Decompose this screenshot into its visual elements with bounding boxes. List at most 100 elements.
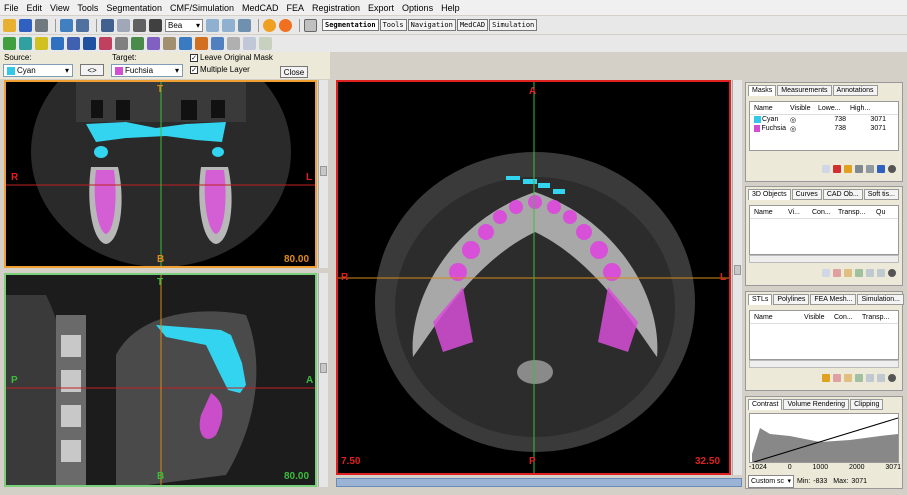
leave-original-mask-checkbox[interactable]: ✓ Leave Original Mask [190, 53, 273, 62]
visible-eye-icon[interactable]: ◎ [786, 116, 814, 124]
coronal-view[interactable]: T B R L 80.00 [4, 80, 317, 268]
menu-cmfsimulation[interactable]: CMF/Simulation [170, 3, 234, 13]
column-header[interactable]: Visible [800, 314, 830, 321]
wrap-icon[interactable] [259, 37, 272, 50]
menu-registration[interactable]: Registration [312, 3, 360, 13]
move-icon[interactable] [866, 374, 874, 382]
column-header[interactable]: Con... [830, 314, 858, 321]
more-icon[interactable] [888, 374, 896, 382]
tab-medcad[interactable]: MedCAD [456, 19, 489, 31]
menu-options[interactable]: Options [402, 3, 433, 13]
duplicate-icon[interactable] [844, 374, 852, 382]
properties-icon[interactable] [855, 269, 863, 277]
menu-fea[interactable]: FEA [286, 3, 304, 13]
tab-stls[interactable]: STLs [748, 294, 773, 305]
menu-file[interactable]: File [4, 3, 19, 13]
tab-simulation[interactable]: Simulation [489, 19, 538, 31]
sagittal-view[interactable]: T B P A 80.00 [4, 273, 317, 487]
max-value[interactable]: 3071 [851, 478, 867, 485]
rotate-icon[interactable] [133, 18, 146, 32]
column-header[interactable]: Name [750, 314, 800, 321]
region-grow-icon[interactable] [19, 37, 32, 50]
tab-cad-ob-[interactable]: CAD Ob... [822, 189, 863, 200]
scrollbar-thumb[interactable] [320, 166, 327, 176]
edit-icon[interactable] [866, 165, 874, 173]
zoom-combo[interactable]: Bea ▾ [165, 18, 203, 32]
menu-medcad[interactable]: MedCAD [242, 3, 279, 13]
save-icon[interactable] [19, 18, 32, 32]
properties-icon[interactable] [855, 165, 863, 173]
axial-scrollbar[interactable] [732, 80, 742, 475]
tab-polylines[interactable]: Polylines [773, 294, 810, 305]
column-header[interactable]: Visible [786, 105, 814, 112]
close-button[interactable]: Close [280, 66, 308, 78]
duplicate-icon[interactable] [844, 269, 852, 277]
new-object-icon[interactable] [822, 269, 830, 277]
menu-edit[interactable]: Edit [27, 3, 43, 13]
stl-hscroll[interactable] [749, 360, 899, 368]
scrollbar-thumb[interactable] [320, 363, 327, 373]
tab-soft-tis-[interactable]: Soft tis... [863, 189, 899, 200]
column-header[interactable]: Lowe... [814, 105, 846, 112]
threshold-icon[interactable] [3, 37, 16, 50]
rotate-icon[interactable] [877, 374, 885, 382]
column-header[interactable]: Qu [872, 209, 892, 216]
menu-tools[interactable]: Tools [77, 3, 98, 13]
help-icon[interactable] [279, 18, 292, 32]
menu-view[interactable]: View [50, 3, 69, 13]
multi-slice-icon[interactable] [51, 37, 64, 50]
split-icon[interactable] [211, 37, 224, 50]
duplicate-icon[interactable] [179, 37, 192, 50]
swap-button[interactable]: <> [80, 64, 104, 76]
menu-segmentation[interactable]: Segmentation [106, 3, 162, 13]
contrast-preset-select[interactable]: Custom sc ▾ [748, 474, 794, 488]
wand-icon[interactable] [147, 37, 160, 50]
edit-mask-icon[interactable] [35, 37, 48, 50]
tab-simulation-[interactable]: Simulation... [857, 294, 905, 305]
rotate-icon[interactable] [877, 269, 885, 277]
column-header[interactable]: Transp... [858, 314, 892, 321]
crop-icon[interactable] [243, 37, 256, 50]
tab-annotations[interactable]: Annotations [832, 85, 878, 96]
zoom-in-icon[interactable] [206, 18, 219, 32]
pencil-icon[interactable] [115, 37, 128, 50]
menu-export[interactable]: Export [368, 3, 394, 13]
table-row[interactable]: Fuchsia ◎ 738 3071 [750, 124, 898, 133]
tab-measurements[interactable]: Measurements [777, 85, 832, 96]
column-header[interactable]: Name [750, 105, 786, 112]
calculate-3d-icon[interactable] [195, 37, 208, 50]
tab-tools[interactable]: Tools [379, 19, 407, 31]
layout-icon[interactable] [60, 18, 73, 32]
column-header[interactable]: High... [846, 105, 886, 112]
brush-icon[interactable] [131, 37, 144, 50]
morphology-icon[interactable] [67, 37, 80, 50]
boolean-icon[interactable] [83, 37, 96, 50]
eraser-icon[interactable] [163, 37, 176, 50]
window-icon[interactable] [304, 18, 317, 32]
tab-navigation[interactable]: Navigation [407, 19, 456, 31]
delete-icon[interactable] [833, 165, 841, 173]
move-icon[interactable] [866, 269, 874, 277]
pan-icon[interactable] [149, 18, 162, 32]
menu-help[interactable]: Help [441, 3, 460, 13]
table-row[interactable]: Cyan ◎ 738 3071 [750, 115, 898, 124]
duplicate-mask-icon[interactable] [844, 165, 852, 173]
more-icon[interactable] [888, 269, 896, 277]
min-value[interactable]: -833 [813, 478, 827, 485]
open-icon[interactable] [3, 18, 16, 32]
column-header[interactable]: Name [750, 209, 784, 216]
scrollbar-thumb[interactable] [734, 265, 741, 275]
axial-slice-scrollbar[interactable] [336, 478, 742, 487]
tab-curves[interactable]: Curves [791, 189, 822, 200]
calculate-3d-icon[interactable] [877, 165, 885, 173]
target-select[interactable]: Fuchsia ▾ [111, 64, 183, 77]
import-icon[interactable] [822, 374, 830, 382]
zoom-fit-icon[interactable] [238, 18, 251, 32]
tab-volume-rendering[interactable]: Volume Rendering [783, 399, 850, 410]
zoom-out-icon[interactable] [222, 18, 235, 32]
column-header[interactable]: Transp... [834, 209, 872, 216]
objects-hscroll[interactable] [749, 255, 899, 263]
grid-icon[interactable] [76, 18, 89, 32]
delete-icon[interactable] [833, 374, 841, 382]
new-mask-icon[interactable] [822, 165, 830, 173]
